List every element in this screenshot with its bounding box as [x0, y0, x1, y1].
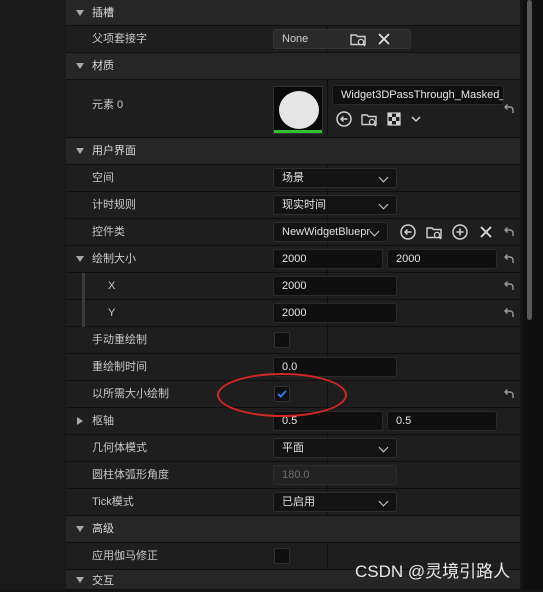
material-type-bar	[274, 130, 322, 133]
dropdown-value: 场景	[282, 172, 304, 184]
property-label: X	[108, 280, 116, 292]
reset-arrow-icon[interactable]	[502, 225, 516, 239]
section-title: 用户界面	[92, 145, 136, 157]
section-title: 插槽	[92, 7, 114, 19]
property-label: 以所需大小绘制	[92, 388, 169, 400]
collapse-arrow-icon[interactable]	[76, 10, 84, 16]
manual-redraw-checkbox[interactable]	[274, 332, 290, 348]
property-label: 枢轴	[92, 415, 114, 427]
row-parent-socket: 父项套接字 None	[66, 26, 520, 53]
scrollbar-track[interactable]	[523, 0, 543, 590]
section-title: 材质	[92, 60, 114, 72]
geometry-mode-dropdown[interactable]: 平面	[273, 438, 397, 458]
dropdown-value: 已启用	[282, 496, 315, 508]
section-user-interface[interactable]: 用户界面	[66, 138, 520, 165]
row-cylinder-arc-angle: 圆柱体弧形角度 180.0	[66, 462, 520, 489]
reset-arrow-icon[interactable]	[502, 306, 516, 320]
collapse-arrow-icon[interactable]	[76, 526, 84, 532]
property-label: 手动重绘制	[92, 334, 147, 346]
checker-texture-icon[interactable]	[385, 110, 403, 128]
material-asset-field[interactable]: Widget3DPassThrough_Masked_	[332, 85, 504, 105]
row-space: 空间 场景	[66, 165, 520, 192]
dropdown-value: NewWidgetBluepr	[282, 226, 371, 238]
row-tick-mode: Tick模式 已启用	[66, 489, 520, 516]
reset-arrow-icon[interactable]	[502, 252, 516, 266]
collapse-arrow-icon[interactable]	[76, 577, 84, 583]
clear-icon[interactable]	[375, 30, 393, 48]
annotation-circle	[217, 373, 347, 417]
draw-size-y-field[interactable]: 2000	[387, 249, 497, 269]
use-selected-icon[interactable]	[335, 110, 353, 128]
property-label: 应用伽马修正	[92, 550, 158, 562]
browse-folder-icon[interactable]	[349, 30, 367, 48]
section-slot[interactable]: 插槽	[66, 0, 520, 26]
property-label: 绘制大小	[92, 253, 136, 265]
chevron-down-icon[interactable]	[407, 110, 425, 128]
clear-icon[interactable]	[477, 223, 495, 241]
dropdown-value: 平面	[282, 442, 304, 454]
widget-class-dropdown[interactable]: NewWidgetBluepr	[273, 222, 388, 242]
property-label: Tick模式	[92, 496, 134, 508]
pivot-y-field[interactable]: 0.5	[387, 411, 497, 431]
property-label: 圆柱体弧形角度	[92, 469, 169, 481]
row-draw-size: 绘制大小 2000 2000	[66, 246, 520, 273]
watermark-text: CSDN @灵境引路人	[355, 562, 511, 581]
property-label: 重绘制时间	[92, 361, 147, 373]
property-label: 几何体模式	[92, 442, 147, 454]
scrollbar-thumb[interactable]	[527, 0, 532, 320]
chevron-down-icon	[378, 199, 389, 210]
section-title: 高级	[92, 523, 114, 535]
material-thumbnail[interactable]	[273, 86, 323, 134]
space-dropdown[interactable]: 场景	[273, 168, 397, 188]
property-label: 父项套接字	[92, 33, 147, 45]
apply-gamma-checkbox[interactable]	[274, 548, 290, 564]
row-widget-class: 控件类 NewWidgetBluepr	[66, 219, 520, 246]
material-sphere-preview	[279, 91, 319, 129]
collapse-arrow-icon[interactable]	[76, 256, 84, 262]
property-label: 计时规则	[92, 199, 136, 211]
use-selected-icon[interactable]	[399, 223, 417, 241]
tick-mode-dropdown[interactable]: 已启用	[273, 492, 397, 512]
reset-arrow-icon[interactable]	[502, 102, 516, 116]
section-title: 交互	[92, 575, 114, 587]
cylinder-arc-angle-field: 180.0	[273, 465, 397, 485]
browse-folder-icon[interactable]	[425, 223, 443, 241]
row-geometry-mode: 几何体模式 平面	[66, 435, 520, 462]
nesting-guide	[82, 273, 85, 327]
chevron-down-icon	[369, 226, 380, 237]
reset-arrow-icon[interactable]	[502, 279, 516, 293]
property-label: 控件类	[92, 226, 125, 238]
draw-size-x-value[interactable]: 2000	[273, 276, 397, 296]
collapse-arrow-icon[interactable]	[76, 148, 84, 154]
row-manual-redraw: 手动重绘制	[66, 327, 520, 354]
section-material[interactable]: 材质	[66, 53, 520, 80]
chevron-down-icon	[378, 442, 389, 453]
collapse-arrow-icon[interactable]	[76, 63, 84, 69]
property-label: 空间	[92, 172, 114, 184]
dropdown-value: 现实时间	[282, 199, 326, 211]
section-advanced[interactable]: 高级	[66, 516, 520, 543]
property-label: Y	[108, 307, 116, 319]
reset-arrow-icon[interactable]	[502, 387, 516, 401]
draw-size-x-field[interactable]: 2000	[273, 249, 383, 269]
row-draw-size-y: Y 2000	[66, 300, 520, 327]
chevron-down-icon	[378, 496, 389, 507]
chevron-down-icon	[378, 172, 389, 183]
row-timing-policy: 计时规则 现实时间	[66, 192, 520, 219]
expand-arrow-icon[interactable]	[77, 417, 83, 425]
property-label: 元素 0	[92, 99, 124, 111]
timing-policy-dropdown[interactable]: 现实时间	[273, 195, 397, 215]
browse-folder-icon[interactable]	[360, 110, 378, 128]
row-draw-size-x: X 2000	[66, 273, 520, 300]
draw-size-y-value[interactable]: 2000	[273, 303, 397, 323]
add-icon[interactable]	[451, 223, 469, 241]
